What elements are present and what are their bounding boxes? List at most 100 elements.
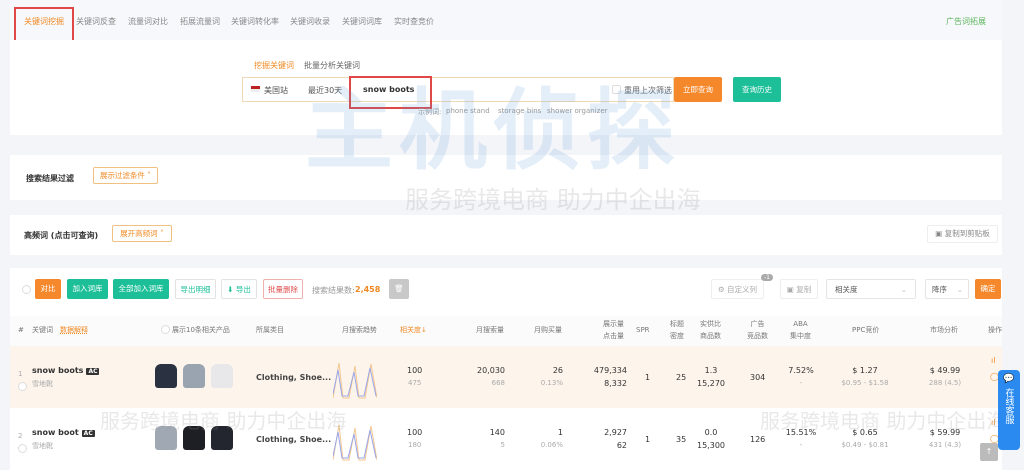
cell-supply: 0.0 xyxy=(704,428,718,437)
result-count: 2,458 xyxy=(355,285,381,294)
copy-button[interactable]: ▣ 复制 xyxy=(780,279,818,299)
copy-clipboard-button[interactable]: ▣ 复制到剪贴板 xyxy=(927,225,998,243)
cell-cn: 雪地靴 xyxy=(32,442,53,450)
mode-tab-mine[interactable]: 挖掘关键词 xyxy=(254,60,294,71)
example-link[interactable]: shower organizer xyxy=(547,107,608,115)
tab-keyword-lib[interactable]: 关键词词库 xyxy=(342,16,382,27)
cell-ad: 304 xyxy=(750,373,766,382)
col-aba1: ABA xyxy=(793,320,808,328)
reuse-checkbox[interactable] xyxy=(612,85,621,94)
tab-realtime-bid[interactable]: 实时查竞价 xyxy=(394,16,434,27)
col-title-density: 标题 密度 xyxy=(670,318,684,342)
cell-ppc-range: $0.95 - $1.58 xyxy=(841,379,889,387)
site-select[interactable]: 美国站 xyxy=(264,85,288,96)
cell-title: 35 xyxy=(676,435,687,444)
product-thumbnail[interactable] xyxy=(211,364,233,388)
online-service-button[interactable]: 💬 在线客服 xyxy=(998,370,1020,450)
row-checkbox[interactable] xyxy=(18,444,27,453)
cell-ppc: $ 0.65 xyxy=(852,428,878,437)
sort-field-value: 相关度 xyxy=(835,285,858,294)
compare-button[interactable]: 对比 xyxy=(35,279,61,299)
select-all-checkbox[interactable] xyxy=(22,285,31,294)
col-keyword: 关键词 xyxy=(32,326,53,334)
sort-field-select[interactable]: 相关度 ⌄ xyxy=(826,279,916,299)
chevron-down-icon: ⌄ xyxy=(956,285,963,294)
cell-search-sub: 5 xyxy=(500,441,505,449)
cell-aba-sub: - xyxy=(799,379,803,387)
ac-badge: AC xyxy=(86,368,100,375)
query-button[interactable]: 立即查询 xyxy=(674,77,722,102)
tab-expand-traffic[interactable]: 拓展流量词 xyxy=(180,16,220,27)
cell-cn: 雪地靴 xyxy=(32,380,53,388)
col-aba: ABA 集中度 xyxy=(790,318,811,342)
col-clicks: 点击量 xyxy=(603,332,624,340)
show10-checkbox[interactable] xyxy=(161,325,170,334)
cell-spr: 1 xyxy=(645,373,651,382)
export-button[interactable]: ⬇ 导出 xyxy=(221,279,257,299)
col-impr-clicks: 展示量 点击量 xyxy=(603,318,624,342)
online-service-label: 在线客服 xyxy=(1003,388,1014,424)
row-checkbox[interactable] xyxy=(18,382,27,391)
top-nav: 关键词挖掘 关键词反查 流量词对比 拓展流量词 关键词转化率 关键词收录 关键词… xyxy=(10,0,1002,40)
add-lib-button[interactable]: 加入词库 xyxy=(67,279,108,299)
filter-toggle[interactable]: 展示过滤条件 ˄ xyxy=(93,167,158,184)
filter-card xyxy=(10,155,1002,200)
keyword-link[interactable]: snow boot AC xyxy=(32,428,95,437)
product-thumbnail[interactable] xyxy=(155,426,177,450)
chevron-down-icon: ⌄ xyxy=(900,285,907,294)
example-link[interactable]: phone stand xyxy=(446,107,490,115)
cell-supply-sub: 15,270 xyxy=(697,379,725,388)
highlight-box xyxy=(349,76,432,109)
tab-conversion[interactable]: 关键词转化率 xyxy=(231,16,279,27)
product-thumbnail[interactable] xyxy=(211,426,233,450)
confirm-button[interactable]: 确定 xyxy=(975,279,1001,299)
examples-label: 示例词: xyxy=(418,108,442,116)
tab-indexing[interactable]: 关键词收录 xyxy=(290,16,330,27)
col-ad2: 竞品数 xyxy=(747,332,768,340)
add-all-button[interactable]: 全部加入词库 xyxy=(113,279,169,299)
col-relevance[interactable]: 相关度↓ xyxy=(400,324,427,336)
col-trend: 月搜索趋势 xyxy=(342,326,377,334)
col-supply2: 商品数 xyxy=(700,332,721,340)
filter-toggle-label: 展示过滤条件 xyxy=(99,171,145,180)
export-detail-button[interactable]: 导出明细 xyxy=(175,279,216,299)
cell-price-sub: 431 (4.3) xyxy=(928,441,962,449)
data-explain-link[interactable]: 数据解释 xyxy=(60,324,88,336)
keyword-link[interactable]: snow boots AC xyxy=(32,366,100,375)
cell-clicks: 8,332 xyxy=(604,379,627,388)
trash-icon[interactable]: 🗑 xyxy=(389,279,409,299)
sort-order-select[interactable]: 降序 ⌄ xyxy=(925,279,969,299)
tab-keyword-reverse[interactable]: 关键词反查 xyxy=(76,16,116,27)
product-thumbnail[interactable] xyxy=(183,364,205,388)
cell-impr: 479,334 xyxy=(593,366,627,375)
tab-traffic-compare[interactable]: 流量词对比 xyxy=(128,16,168,27)
hot-toggle[interactable]: 展开高频词 ˄ xyxy=(112,225,172,242)
col-title2: 密度 xyxy=(670,332,684,340)
history-button[interactable]: 查询历史 xyxy=(733,77,781,102)
col-relevance-label: 相关度 xyxy=(400,326,421,334)
ad-keyword-link[interactable]: 广告词拓展 xyxy=(946,16,986,27)
period-select[interactable]: 最近30天 xyxy=(308,85,342,96)
col-category: 所属类目 xyxy=(256,326,284,334)
chart-icon[interactable]: ıl xyxy=(991,356,995,365)
col-monthly-buy: 月购买量 xyxy=(534,326,562,334)
trend-sparkline[interactable] xyxy=(333,358,377,400)
trend-sparkline[interactable] xyxy=(333,420,377,462)
col-impr: 展示量 xyxy=(603,320,624,328)
product-thumbnail[interactable] xyxy=(183,426,205,450)
col-supply1: 实供比 xyxy=(700,320,721,328)
filter-title: 搜索结果过滤 xyxy=(26,174,74,183)
product-thumbnail[interactable] xyxy=(155,364,177,388)
search-bar xyxy=(242,77,674,102)
col-supply: 实供比 商品数 xyxy=(700,318,721,342)
sort-order-value: 降序 xyxy=(932,285,947,294)
mode-tab-batch[interactable]: 批量分析关键词 xyxy=(304,60,360,71)
chart-icon[interactable]: ıl xyxy=(991,418,995,427)
back-to-top-button[interactable]: ↑ xyxy=(980,443,998,461)
cell-category: Clothing, Shoe... xyxy=(256,435,332,444)
example-link[interactable]: storage bins xyxy=(498,107,541,115)
batch-delete-button[interactable]: 批量删除 xyxy=(263,279,303,299)
cell-price: $ 49.99 xyxy=(929,366,961,375)
cell-title: 25 xyxy=(676,373,687,382)
custom-columns-button[interactable]: ⚙ 自定义列 xyxy=(711,279,764,299)
